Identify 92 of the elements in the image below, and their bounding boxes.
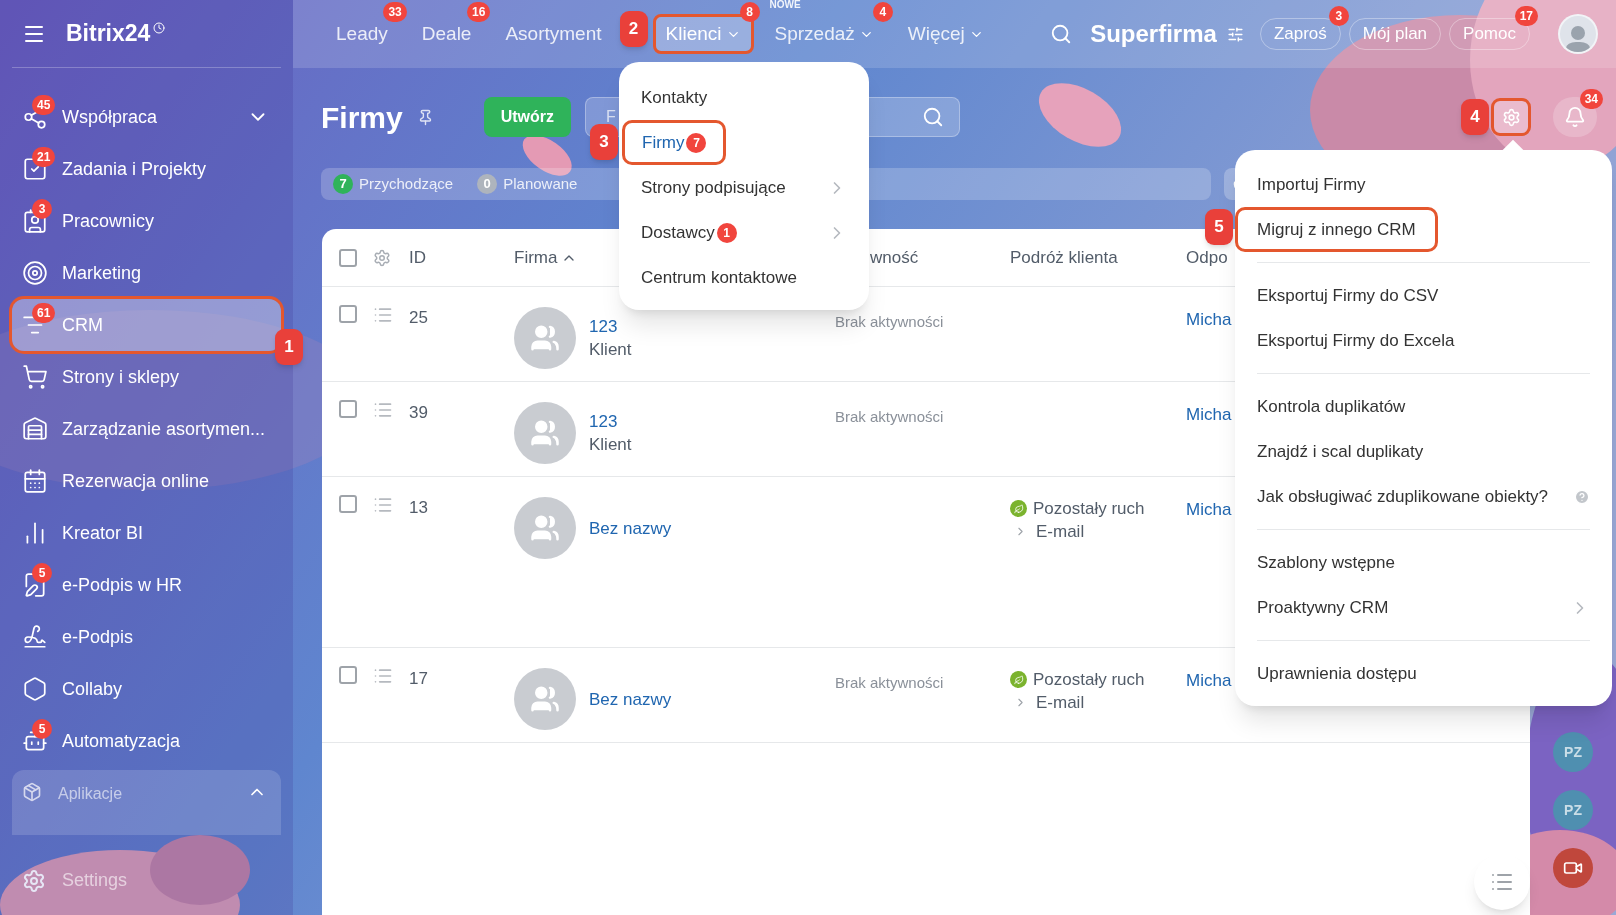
sidebar-item[interactable]: Zarządzanie asortymen...	[12, 403, 281, 455]
drag-handle-icon[interactable]	[373, 666, 393, 686]
journey-stage: Pozostały ruch	[1033, 669, 1145, 691]
count-badge: 1	[716, 222, 737, 243]
sidebar-item[interactable]: 5 e-Podpis w HR	[12, 559, 281, 611]
journey-channel: E-mail	[1036, 521, 1085, 543]
company-link[interactable]: Bez nazwy	[589, 687, 672, 711]
cart-icon	[22, 364, 48, 390]
hexagon-icon	[22, 676, 48, 702]
gear-icon[interactable]	[373, 248, 391, 267]
company-name: Superfirma	[1090, 19, 1217, 49]
activity-text: Brak aktywności	[835, 313, 944, 330]
menu-item[interactable]: Importuj Firmy	[1257, 162, 1590, 207]
checkbox[interactable]	[339, 666, 357, 684]
table-cell-text: 17	[409, 668, 429, 690]
search-icon[interactable]	[1050, 23, 1073, 45]
callout-badge: 4	[1461, 99, 1489, 135]
journey-channel: E-mail	[1036, 692, 1085, 714]
menu-item[interactable]: Migruj z innego CRM	[1235, 207, 1438, 252]
responsible-link[interactable]: Micha	[1186, 402, 1232, 428]
checkbox[interactable]	[339, 305, 357, 323]
leaf-icon	[1010, 500, 1027, 517]
menu-item[interactable]: Firmy 7	[622, 120, 727, 165]
sidebar-item[interactable]: Marketing	[12, 247, 281, 299]
callout-badge: 2	[619, 11, 648, 47]
menu-item[interactable]: Uprawnienia dostępu	[1257, 651, 1590, 696]
sidebar-item[interactable]: 21 Zadania i Projekty	[12, 143, 281, 195]
sidebar-item[interactable]: 61 CRM	[12, 299, 281, 351]
sidebar-item[interactable]: 5 Automatyzacja	[12, 715, 281, 767]
menu-item[interactable]: Znajdź i scal duplikaty	[1257, 429, 1590, 474]
settings-button[interactable]	[1491, 98, 1531, 136]
sidebar-item[interactable]: Collaby	[12, 663, 281, 715]
company-link[interactable]: 123	[589, 410, 632, 433]
menu-item[interactable]: Kontakty	[619, 75, 869, 120]
activity-text: Brak aktywności	[835, 408, 944, 425]
responsible-link[interactable]: Micha	[1186, 497, 1232, 523]
settings-icon	[1501, 107, 1521, 127]
menu-item[interactable]: Centrum kontaktowe	[619, 255, 869, 300]
menu-item[interactable]: Kontrola duplikatów	[1257, 384, 1590, 429]
package-icon	[22, 782, 42, 802]
menu-item[interactable]: Strony podpisujące	[619, 165, 869, 210]
target-icon	[22, 260, 48, 286]
menu-item[interactable]: Szablony wstępne	[1257, 540, 1590, 585]
count-badge: 7	[686, 132, 707, 153]
callout-badge: 5	[1205, 209, 1233, 245]
column-header[interactable]: Firma	[514, 244, 578, 271]
new-tag: NOWE	[769, 0, 801, 12]
activity-text: Brak aktywności	[835, 674, 944, 691]
drag-handle-icon[interactable]	[373, 305, 393, 325]
settings-icon	[22, 868, 46, 893]
responsible-link[interactable]: Micha	[1186, 668, 1232, 694]
callout-badge: 3	[590, 124, 618, 160]
company-type: Klient	[589, 339, 632, 361]
sidebar-item[interactable]: e-Podpis	[12, 611, 281, 663]
sidebar-item[interactable]: 45 Współpraca	[12, 91, 281, 143]
search-icon	[922, 106, 945, 128]
column-header[interactable]: ID	[409, 244, 426, 271]
company-link[interactable]: 123	[589, 315, 632, 338]
menu-item[interactable]: Eksportuj Firmy do Excela	[1257, 318, 1590, 363]
checkbox[interactable]	[339, 495, 357, 513]
sidebar-item[interactable]: Rezerwacja online	[12, 455, 281, 507]
responsible-link[interactable]: Micha	[1186, 307, 1232, 333]
checkbox[interactable]	[339, 400, 357, 418]
menu-item[interactable]: Dostawcy 1	[619, 210, 869, 255]
calendar-icon	[22, 468, 48, 494]
clock-icon	[153, 21, 166, 34]
company-type: Klient	[589, 434, 632, 456]
table-cell-text: 25	[409, 307, 429, 329]
menu-item[interactable]: Jak obsługiwać zduplikowane obiekty?	[1257, 474, 1590, 519]
signature-icon	[22, 624, 48, 650]
warehouse-icon	[22, 416, 48, 442]
page-title: Firmy	[321, 99, 403, 136]
company-link[interactable]: Bez nazwy	[589, 516, 672, 540]
drag-handle-icon[interactable]	[373, 495, 393, 515]
column-header[interactable]: wność	[870, 244, 919, 271]
table-cell-text: 13	[409, 497, 429, 519]
callout-badge: 1	[275, 329, 303, 365]
journey-stage: Pozostały ruch	[1033, 498, 1145, 520]
drag-handle-icon[interactable]	[373, 400, 393, 420]
sliders-icon[interactable]	[1226, 25, 1244, 43]
bell-icon	[1564, 106, 1586, 128]
leaf-icon	[1010, 671, 1027, 688]
checkbox[interactable]	[339, 248, 357, 267]
menu-item[interactable]: Proaktywny CRM	[1257, 585, 1590, 630]
logo: Bitrix24	[66, 19, 151, 49]
menu-item[interactable]: Eksportuj Firmy do CSV	[1257, 273, 1590, 318]
column-header[interactable]: Odpo	[1186, 244, 1228, 271]
sidebar-item[interactable]: 3 Pracownicy	[12, 195, 281, 247]
table-cell-text: 39	[409, 402, 429, 424]
sidebar-item[interactable]: Kreator BI	[12, 507, 281, 559]
help-icon[interactable]	[1574, 488, 1590, 505]
column-header[interactable]: Podróż klienta	[1010, 244, 1118, 271]
